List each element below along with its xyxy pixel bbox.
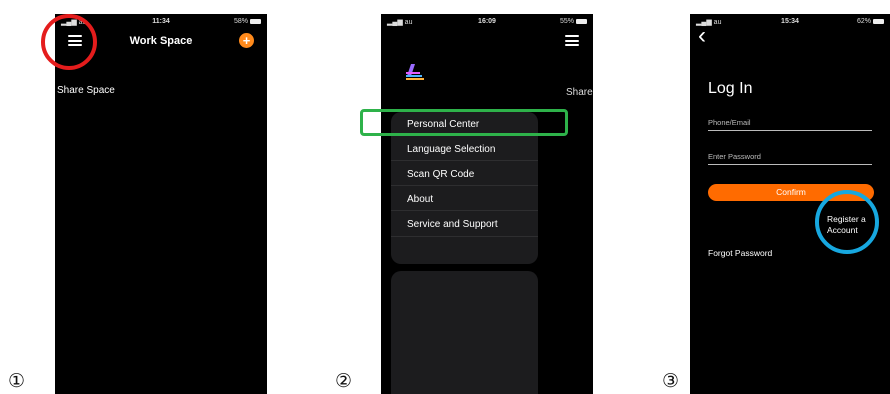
menu-item-service-and-support[interactable]: Service and Support	[407, 219, 498, 230]
phone-email-underline	[708, 130, 872, 131]
step-number-3: ③	[662, 370, 680, 392]
battery-status: 55%	[560, 18, 587, 25]
battery-icon	[576, 18, 587, 24]
forgot-password-link[interactable]: Forgot Password	[708, 248, 772, 258]
highlight-circle-menu	[41, 14, 97, 70]
password-underline	[708, 164, 872, 165]
menu-divider	[391, 210, 538, 211]
battery-icon	[873, 18, 884, 24]
status-bar: ▂▄▆ au 16:09 55%	[381, 18, 593, 30]
phone-screen-workspace: ▂▄▆ au 11:34 58% Work Space + Share Spac…	[55, 14, 267, 394]
app-logo	[406, 64, 426, 87]
battery-status: 62%	[857, 18, 884, 25]
highlight-circle-register	[815, 190, 879, 254]
step-number-1: ①	[8, 370, 26, 392]
status-bar: ▂▄▆ au 15:34 62%	[690, 18, 890, 30]
hamburger-menu-icon[interactable]	[565, 35, 579, 46]
battery-icon	[250, 18, 261, 24]
password-field[interactable]: Enter Password	[708, 152, 761, 161]
plus-icon: +	[242, 33, 251, 48]
menu-divider	[391, 236, 538, 237]
menu-divider	[391, 185, 538, 186]
menu-item-scan-qr-code[interactable]: Scan QR Code	[407, 169, 474, 180]
share-space-item[interactable]: Share Space	[57, 85, 115, 96]
menu-divider	[391, 160, 538, 161]
menu-item-about[interactable]: About	[407, 194, 433, 205]
side-menu-lower-card	[391, 271, 538, 394]
battery-status: 58%	[234, 18, 261, 25]
phone-email-field[interactable]: Phone/Email	[708, 118, 751, 127]
login-title: Log In	[708, 80, 753, 97]
add-button[interactable]: +	[239, 33, 254, 48]
step-number-2: ②	[335, 370, 353, 392]
highlight-box-personal-center	[360, 109, 568, 136]
menu-item-language-selection[interactable]: Language Selection	[407, 144, 495, 155]
phone-screen-side-menu: ▂▄▆ au 16:09 55% Share Personal Center L…	[381, 14, 593, 394]
back-arrow-icon[interactable]: ‹	[698, 24, 706, 48]
share-space-peek: Share	[566, 87, 593, 98]
